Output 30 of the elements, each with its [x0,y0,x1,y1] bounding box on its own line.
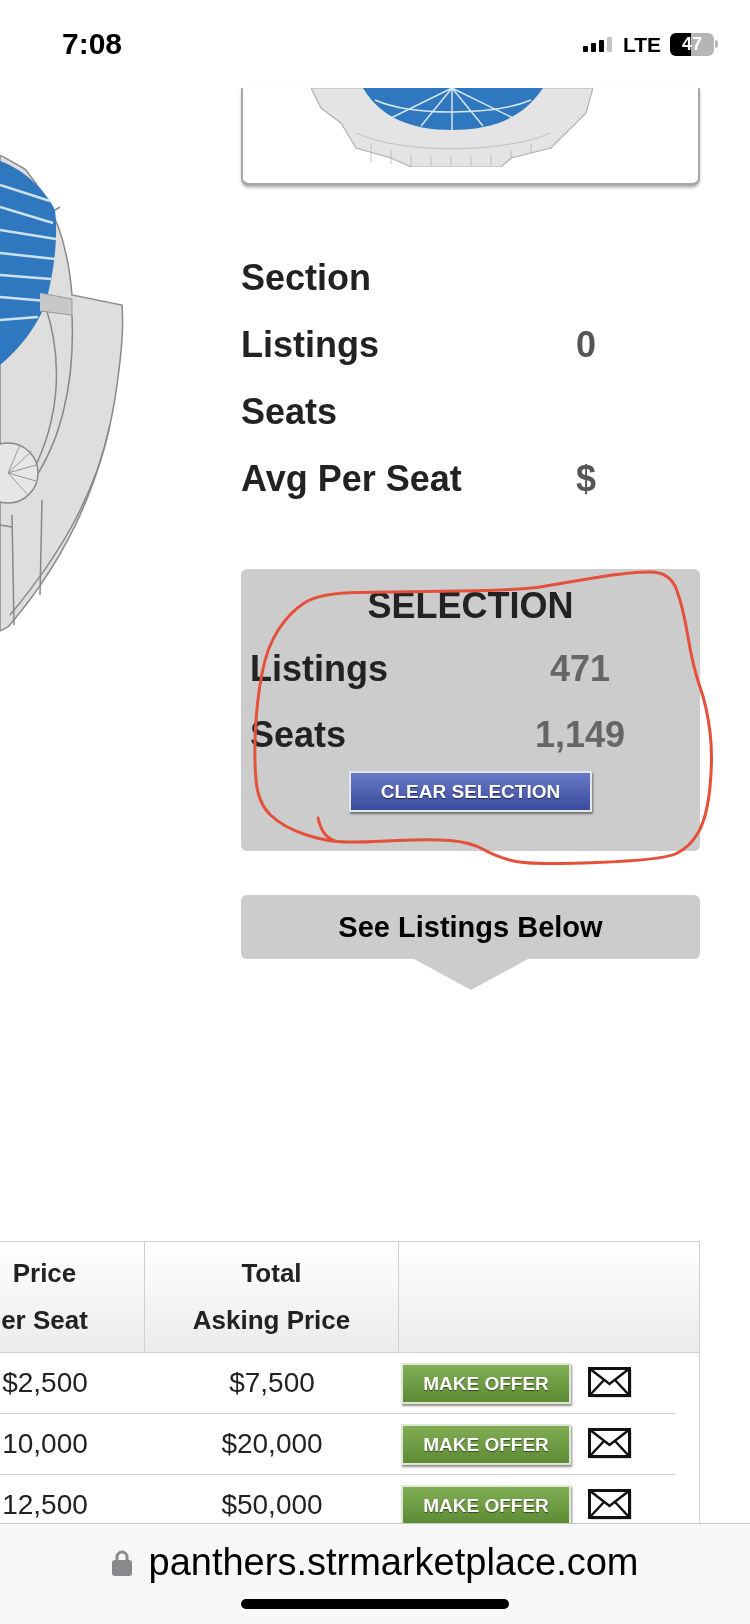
status-time: 7:08 [62,29,123,59]
make-offer-button[interactable]: MAKE OFFER [401,1484,571,1526]
total-price-cell: $20,000 [221,1430,323,1458]
network-type: LTE [622,33,661,55]
minimap-card[interactable] [241,88,700,186]
summary-label: Avg Per Seat [241,460,463,497]
envelope-icon[interactable] [588,1367,634,1399]
envelope-icon[interactable] [588,1489,634,1521]
down-triangle-icon [413,959,528,990]
price-per-seat-cell: $2,500 [2,1369,88,1397]
make-offer-button[interactable]: MAKE OFFER [401,1362,571,1404]
total-price-cell: $50,000 [221,1491,323,1519]
column-header: Price er Seat [1,1257,88,1337]
selection-value: 1,149 [533,717,627,753]
lock-icon [111,1548,132,1576]
price-per-seat-cell: 12,500 [2,1491,88,1519]
clear-selection-button[interactable]: CLEAR SELECTION [349,771,592,812]
summary-label: Listings [241,326,380,363]
price-per-seat-cell: 10,000 [2,1430,88,1458]
signal-icon [582,36,614,52]
selection-title: SELECTION [367,588,574,624]
column-header: Total Asking Price [192,1257,351,1337]
summary-value: 0 [576,326,597,363]
summary-label: Seats [241,393,339,430]
envelope-icon[interactable] [588,1428,634,1460]
make-offer-button[interactable]: MAKE OFFER [401,1423,571,1465]
summary-value: $ [576,460,597,497]
summary-label: Section [241,259,373,296]
selection-value: 471 [548,651,612,687]
total-price-cell: $7,500 [229,1369,315,1397]
